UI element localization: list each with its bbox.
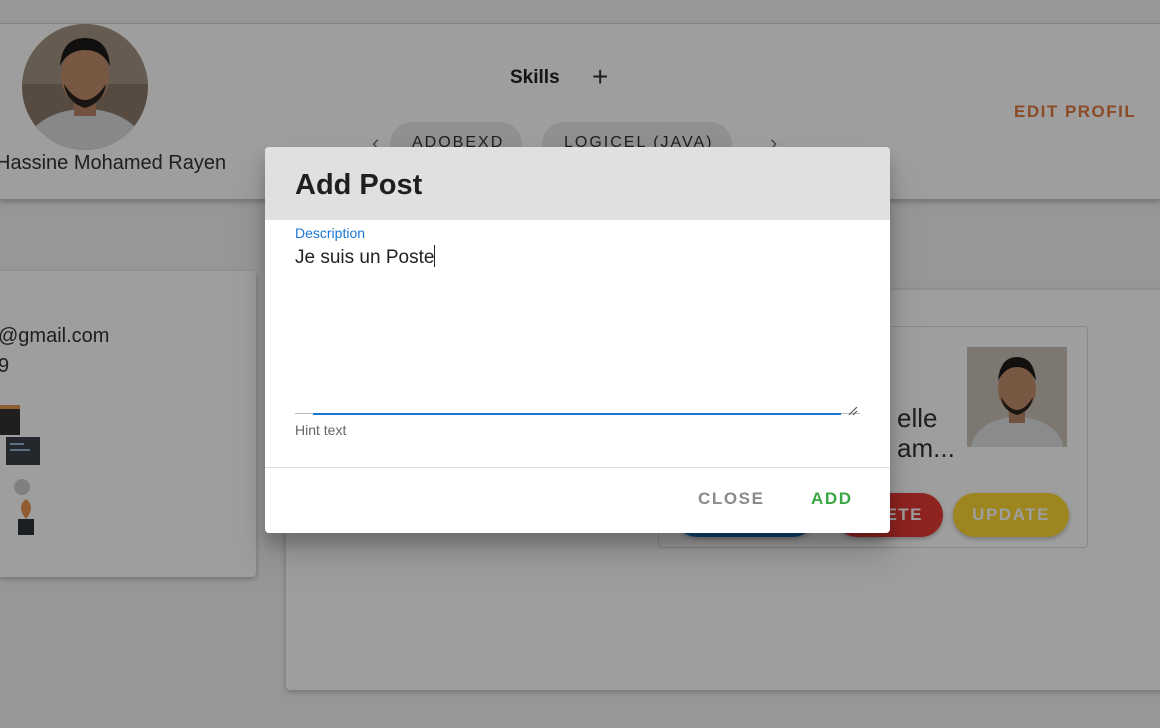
hint-text: Hint text <box>295 422 347 438</box>
dialog-title: Add Post <box>295 169 423 201</box>
text-caret <box>434 245 436 267</box>
resize-handle-icon[interactable] <box>847 403 859 416</box>
description-label: Description <box>295 225 366 241</box>
field-underline-active <box>313 413 841 415</box>
dialog-header: Add Post <box>265 147 890 220</box>
add-button[interactable]: ADD <box>811 489 853 509</box>
add-post-dialog: Add Post Description Je suis un Poste Hi… <box>265 147 890 533</box>
close-button[interactable]: CLOSE <box>698 489 765 509</box>
dialog-divider <box>265 467 890 468</box>
description-textarea[interactable]: Je suis un Poste <box>295 245 436 269</box>
